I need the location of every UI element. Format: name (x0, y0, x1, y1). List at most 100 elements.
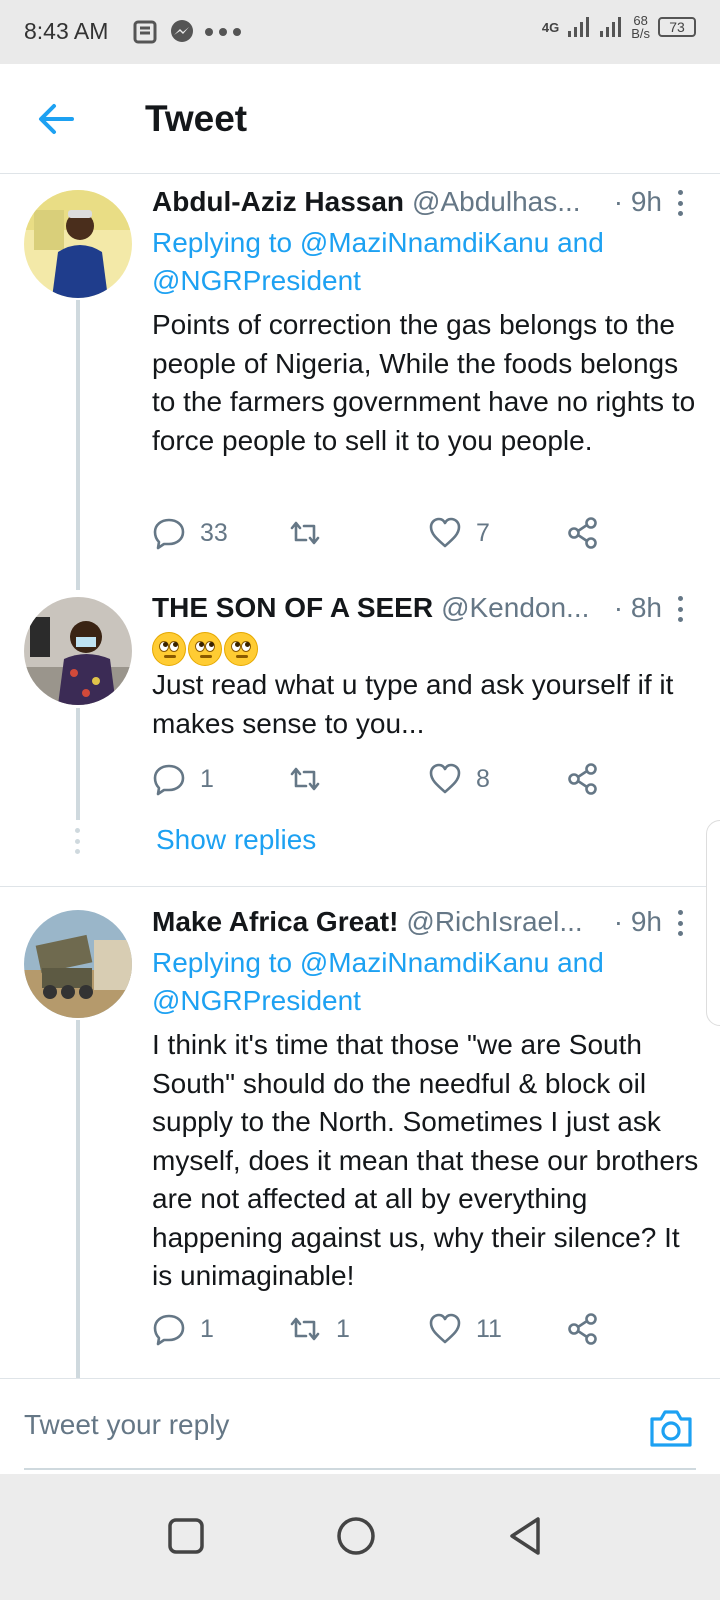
replying-to-label: Replying to (152, 227, 293, 258)
reply-count: 1 (200, 1314, 214, 1343)
network-speed: 68 B/s (631, 14, 650, 40)
more-options-icon[interactable] (670, 188, 690, 218)
tweet-header: THE SON OF A SEER @Kendon... · 8h (152, 592, 662, 624)
like-count: 7 (476, 518, 490, 547)
avatar[interactable] (24, 190, 132, 298)
tweet-time: · 9h (607, 186, 662, 218)
author-handle[interactable]: @Kendon... (441, 592, 589, 624)
retweet-button[interactable] (288, 762, 336, 796)
author-name[interactable]: THE SON OF A SEER (152, 592, 433, 624)
avatar-image (24, 597, 132, 705)
signal-icon-2 (600, 17, 622, 37)
share-icon (568, 1313, 597, 1345)
status-bar: 8:43 AM 4G 68 B/s 73 (0, 0, 720, 64)
like-count: 11 (476, 1314, 502, 1343)
retweet-count: 1 (336, 1314, 350, 1343)
author-handle[interactable]: @RichIsrael... (406, 906, 582, 938)
back-arrow-icon[interactable] (36, 101, 76, 137)
page-title: Tweet (145, 98, 248, 139)
share-icon (568, 517, 597, 549)
notification-icons (132, 18, 244, 46)
reply-bar: Tweet your reply (0, 1378, 720, 1474)
tweet-text: Points of correction the gas belongs to … (152, 309, 696, 456)
back-nav-icon[interactable] (504, 1514, 548, 1558)
reply-icon (153, 518, 185, 550)
tweet-time: · 9h (607, 906, 662, 938)
avatar[interactable] (24, 910, 132, 1018)
show-replies-link[interactable]: Show replies (156, 824, 316, 856)
reply-icon (153, 764, 185, 796)
system-nav-bar (0, 1474, 720, 1600)
share-button[interactable] (566, 516, 600, 550)
battery-icon: 73 (658, 17, 696, 37)
tweet-text: I think it's time that those "we are Sou… (152, 1029, 699, 1291)
heart-icon (429, 763, 461, 794)
avatar[interactable] (24, 597, 132, 705)
author-name[interactable]: Make Africa Great! (152, 906, 398, 938)
mention-link[interactable]: @NGRPresident (152, 265, 361, 296)
retweet-button[interactable] (288, 516, 336, 550)
more-notifications-icon (205, 28, 241, 36)
network-type: 4G (541, 19, 560, 35)
tweet-header: Abdul-Aziz Hassan @Abdulhas... · 9h (152, 186, 662, 218)
avatar-image (24, 190, 132, 298)
tweet-actions: 33 7 (152, 516, 622, 556)
recent-apps-icon[interactable] (164, 1514, 208, 1558)
thread-line (76, 1020, 80, 1378)
share-icon (568, 763, 597, 795)
share-button[interactable] (566, 1312, 600, 1346)
heart-icon (429, 1313, 461, 1344)
speed-unit: B/s (631, 26, 650, 41)
more-options-icon[interactable] (670, 908, 690, 938)
reply-count: 1 (200, 764, 214, 793)
rolling-eyes-emoji-icon (152, 632, 186, 666)
replying-to-label: Replying to (152, 947, 293, 978)
thread-line (76, 300, 80, 590)
home-icon[interactable] (334, 1514, 378, 1558)
thread-dots-icon (75, 828, 81, 854)
replying-to: Replying to @MaziNnamdiKanu and @NGRPres… (152, 944, 672, 1020)
camera-icon[interactable] (648, 1407, 694, 1449)
rolling-eyes-emoji-icon (188, 632, 222, 666)
reply-button[interactable]: 1 (152, 1312, 214, 1346)
retweet-icon (290, 767, 320, 791)
system-status: 4G 68 B/s 73 (542, 14, 696, 40)
status-time: 8:43 AM (24, 18, 109, 44)
reply-input[interactable]: Tweet your reply (24, 1409, 229, 1441)
tweet-actions: 1 8 (152, 762, 622, 802)
like-button[interactable]: 11 (428, 1312, 502, 1346)
retweet-icon (290, 1317, 320, 1341)
like-button[interactable]: 7 (428, 516, 490, 550)
mention-link[interactable]: @NGRPresident (152, 985, 361, 1016)
tweet-time: · 8h (607, 592, 662, 624)
mention-link[interactable]: @MaziNnamdiKanu (300, 947, 549, 978)
reply-button[interactable]: 33 (152, 516, 228, 550)
like-count: 8 (476, 764, 490, 793)
reply-button[interactable]: 1 (152, 762, 214, 796)
divider (0, 886, 720, 887)
rolling-eyes-emoji-icon (224, 632, 258, 666)
reply-count: 33 (200, 518, 228, 547)
emoji-row (152, 632, 258, 666)
replying-and: and (557, 227, 604, 258)
retweet-button[interactable]: 1 (288, 1312, 350, 1346)
tweet-text: Just read what u type and ask yourself i… (152, 669, 674, 739)
replying-and: and (557, 947, 604, 978)
author-name[interactable]: Abdul-Aziz Hassan (152, 186, 404, 218)
heart-icon (429, 517, 461, 548)
replying-to: Replying to @MaziNnamdiKanu and @NGRPres… (152, 224, 672, 300)
share-button[interactable] (566, 762, 600, 796)
more-options-icon[interactable] (670, 594, 690, 624)
signal-icon (568, 17, 590, 37)
reply-underline (24, 1468, 696, 1470)
thread-line (76, 708, 80, 820)
avatar-image (24, 910, 132, 1018)
tweet-header: Make Africa Great! @RichIsrael... · 9h (152, 906, 662, 938)
author-handle[interactable]: @Abdulhas... (412, 186, 581, 218)
side-panel-handle[interactable] (706, 820, 720, 1026)
battery-level: 73 (669, 19, 685, 35)
tweet-actions: 1 1 11 (152, 1312, 622, 1352)
news-icon (133, 20, 157, 44)
mention-link[interactable]: @MaziNnamdiKanu (300, 227, 549, 258)
like-button[interactable]: 8 (428, 762, 490, 796)
